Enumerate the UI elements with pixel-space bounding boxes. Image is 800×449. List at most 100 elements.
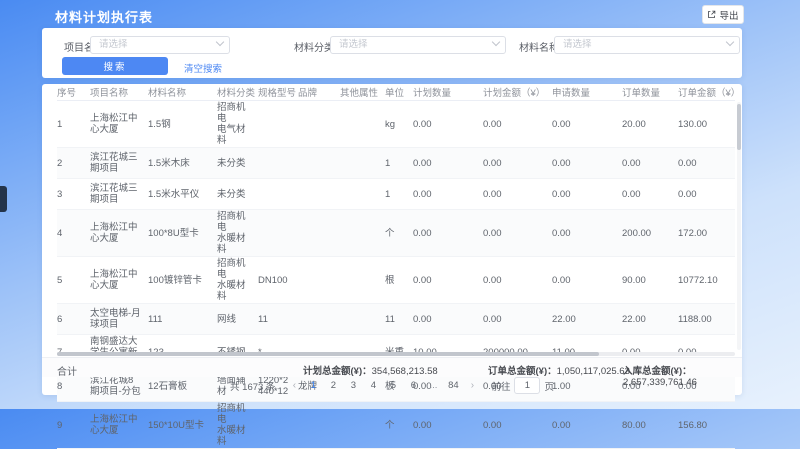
table-cell [298,304,340,335]
material-name-input[interactable] [554,36,740,54]
column-header: 订单金额（¥） [678,84,735,101]
pager-prev-button[interactable]: ‹ [287,378,301,394]
sidebar-collapse-handle[interactable] [0,186,7,212]
clear-search-link[interactable]: 清空搜索 [184,61,222,75]
summary-row: 合计 计划总金额(¥)：354,568,213.58 订单总金额(¥)：1,05… [42,357,742,377]
table-cell: kg [385,101,413,148]
table-row: 3滨江花城三期项目1.5米水平仪未分类10.000.000.000.000.00 [57,179,735,210]
table-cell: 1.5米水平仪 [148,179,217,210]
pager-pages: 123456...84 [305,378,461,394]
table-cell: 3 [57,179,90,210]
goto-suffix: 页 [544,379,554,393]
column-header: 材料名称 [148,84,217,101]
table-row: 6太空电梯-月球项目111网线11110.000.0022.0022.00118… [57,304,735,335]
table-cell [298,148,340,179]
table-cell [258,179,298,210]
table-cell: 5 [57,257,90,304]
pager-page-4[interactable]: 4 [365,378,381,394]
table-cell: 0.00 [552,257,622,304]
page-title: 材料计划执行表 [55,7,153,26]
column-header: 品牌 [298,84,340,101]
column-header: 序号 [57,84,90,101]
filter-label-category: 材料分类 [294,39,334,54]
column-header: 规格型号 [258,84,298,101]
table-cell: 0.00 [413,148,483,179]
table-cell: 10772.10 [678,257,735,304]
table-row: 2滨江花城三期项目1.5米木床未分类10.000.000.000.000.00 [57,148,735,179]
table-cell: 0.00 [552,179,622,210]
table-cell: 0.00 [622,148,678,179]
table-cell [340,179,385,210]
table-cell [258,101,298,148]
table-cell: 未分类 [217,148,258,179]
table-cell [298,257,340,304]
material-name-select[interactable] [554,34,740,52]
table-cell: 1 [57,101,90,148]
planned-total-amount: 计划总金额(¥)：354,568,213.58 [303,363,438,377]
table-cell: 0.00 [678,148,735,179]
table-cell: 招商机电 水暖材料 [217,257,258,304]
table-cell: 上海松江中心大厦 [90,257,148,304]
column-header: 计划金额（¥） [483,84,552,101]
pager-page-84[interactable]: 84 [445,378,461,394]
table-cell: 100镀锌管卡 [148,257,217,304]
table-cell [298,210,340,257]
horizontal-scrollbar-thumb[interactable] [57,352,599,356]
table-cell: 太空电梯-月球项目 [90,304,148,335]
table-cell: 200.00 [622,210,678,257]
pager-page-1[interactable]: 1 [305,378,321,394]
table-cell: 1.5钢 [148,101,217,148]
column-header: 计划数量 [413,84,483,101]
table-cell: 滨江花城三期项目 [90,179,148,210]
table-cell: 网线 [217,304,258,335]
table-cell: 0.00 [413,304,483,335]
column-header: 单位 [385,84,413,101]
table-cell: 0.00 [483,148,552,179]
material-category-input[interactable] [330,36,506,54]
horizontal-scrollbar-track[interactable] [57,352,735,356]
table-cell: 上海松江中心大厦 [90,210,148,257]
table-cell: 172.00 [678,210,735,257]
pager-page-2[interactable]: 2 [325,378,341,394]
pager-page-3[interactable]: 3 [345,378,361,394]
table-cell: 111 [148,304,217,335]
search-button[interactable]: 搜索 [62,57,168,75]
table-row: 4上海松江中心大厦100*8U型卡招商机电 水暖材料个0.000.000.002… [57,210,735,257]
table-cell: 0.00 [552,148,622,179]
project-name-input[interactable] [90,36,230,54]
table-cell: 2 [57,148,90,179]
table-cell: 0.00 [552,210,622,257]
page-background: { "page": { "title": "材料计划执行表", "export_… [0,0,800,409]
export-button[interactable]: 导出 [702,5,744,24]
pager-page-5[interactable]: 5 [385,378,401,394]
table-panel: 序号项目名称材料名称材料分类规格型号品牌其他属性单位计划数量计划金额（¥）申请数… [42,84,742,395]
table-cell: 0.00 [622,179,678,210]
table-cell [340,148,385,179]
pagination: 共 1673 条 ‹ 123456...84 › 前往 页 [42,376,742,395]
pager-page-6[interactable]: 6 [405,378,421,394]
table-cell: 0.00 [483,304,552,335]
table-cell [298,101,340,148]
export-label: 导出 [719,8,738,22]
goto-page-group: 前往 页 [491,377,554,394]
table-cell: 0.00 [483,179,552,210]
table-cell: DN100 [258,257,298,304]
table-cell: 1.5米木床 [148,148,217,179]
project-name-select[interactable] [90,34,230,52]
table-cell: 1 [385,148,413,179]
table-cell: 0.00 [552,101,622,148]
table-cell: 22.00 [552,304,622,335]
table-row: 5上海松江中心大厦100镀锌管卡招商机电 水暖材料DN100根0.000.000… [57,257,735,304]
table-cell [340,257,385,304]
table-cell: 0.00 [413,210,483,257]
vertical-scrollbar-thumb[interactable] [737,104,741,150]
material-category-select[interactable] [330,34,506,52]
header-row: 序号项目名称材料名称材料分类规格型号品牌其他属性单位计划数量计划金额（¥）申请数… [57,84,735,101]
column-header: 申请数量 [552,84,622,101]
goto-page-input[interactable] [514,377,540,394]
filter-label-material: 材料名称 [519,39,559,54]
table-cell: 上海松江中心大厦 [90,101,148,148]
goto-label: 前往 [491,379,510,393]
pager-next-button[interactable]: › [465,378,479,394]
column-header: 其他属性 [340,84,385,101]
